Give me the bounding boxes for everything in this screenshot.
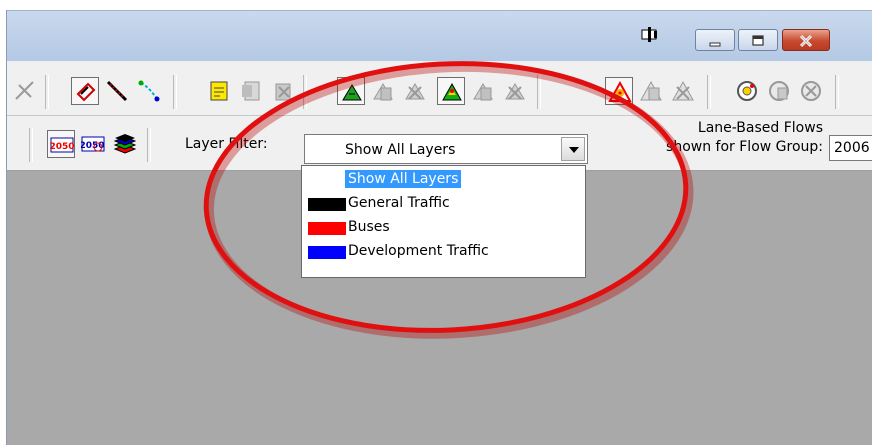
year-2050-text: 2050 <box>50 142 74 152</box>
color-swatch <box>308 222 346 235</box>
junction-delete-disabled-icon[interactable] <box>669 77 697 105</box>
flow-group-field[interactable]: 2006 <box>829 135 872 161</box>
data-sheet-icon[interactable] <box>205 77 233 105</box>
maximize-button[interactable] <box>738 29 778 51</box>
select-link-tool-icon[interactable] <box>71 77 99 105</box>
dropdown-item-label: General Traffic <box>348 195 450 211</box>
mountain-green-icon[interactable] <box>337 77 365 105</box>
mountain-report-2-disabled-icon[interactable] <box>469 77 497 105</box>
year-2050-icon[interactable]: 2050 <box>47 130 75 158</box>
roundabout-report-disabled-icon[interactable] <box>765 77 793 105</box>
dropdown-item-label: Show All Layers <box>345 170 462 188</box>
toolbar-separator <box>147 128 151 162</box>
mountain-delete-2-disabled-icon[interactable] <box>501 77 529 105</box>
minimize-icon <box>709 42 721 47</box>
toolbar-separator <box>707 75 711 109</box>
mountain-report-disabled-icon[interactable] <box>369 77 397 105</box>
chevron-down-icon <box>569 147 579 153</box>
delete-report-disabled-icon[interactable] <box>269 77 297 105</box>
toolbar-separator <box>303 75 307 109</box>
close-button[interactable] <box>782 29 830 51</box>
pin-icon[interactable] <box>639 24 661 46</box>
app-window: 2050 2050 Layer Filter: Show All Layers <box>6 10 872 445</box>
year-2050-compare-icon[interactable]: 2050 <box>79 130 107 158</box>
lane-based-flows-line2: shown for Flow Group: <box>666 139 823 155</box>
dropdown-item-general-traffic[interactable]: General Traffic <box>302 192 585 216</box>
mountain-delete-disabled-icon[interactable] <box>401 77 429 105</box>
report-disabled-icon[interactable] <box>237 77 265 105</box>
dropdown-item-label: Buses <box>348 219 390 235</box>
toolbar-separator <box>173 75 177 109</box>
junction-report-disabled-icon[interactable] <box>637 77 665 105</box>
layer-filter-dropdown: Show All Layers General Traffic Buses De… <box>301 165 586 278</box>
layer-filter-select[interactable]: Show All Layers <box>304 134 588 164</box>
lane-based-flows-label: Lane-Based Flows shown for Flow Group: <box>623 119 823 157</box>
roundabout-delete-disabled-icon[interactable] <box>797 77 825 105</box>
color-swatch <box>308 246 346 259</box>
toolbar-separator <box>45 75 49 109</box>
toolbar-separator <box>29 128 33 162</box>
toolbar-separator <box>835 75 839 109</box>
title-bar <box>7 10 872 61</box>
mountain-color-icon[interactable] <box>437 77 465 105</box>
draw-link-tool-icon[interactable] <box>103 77 131 105</box>
toolbar-separator <box>537 75 541 109</box>
minimize-button[interactable] <box>695 29 735 51</box>
roundabout-icon[interactable] <box>733 77 761 105</box>
lane-based-flows-line1: Lane-Based Flows <box>697 120 823 136</box>
layer-filter-value: Show All Layers <box>345 142 456 158</box>
dropdown-arrow-button[interactable] <box>561 137 585 161</box>
color-swatch <box>308 198 346 211</box>
dropdown-item-label: Development Traffic <box>348 243 489 259</box>
connector-tool-icon[interactable] <box>135 77 163 105</box>
dropdown-item-buses[interactable]: Buses <box>302 216 585 240</box>
dropdown-item-development-traffic[interactable]: Development Traffic <box>302 240 585 264</box>
layer-toolbar: 2050 2050 Layer Filter: Show All Layers <box>7 116 872 171</box>
main-toolbar <box>7 61 872 116</box>
warning-junction-icon[interactable] <box>605 77 633 105</box>
disabled-link-icon[interactable] <box>11 77 39 105</box>
layer-filter-label: Layer Filter: <box>185 136 268 152</box>
dropdown-item-show-all-layers[interactable]: Show All Layers <box>302 168 585 192</box>
layers-icon[interactable] <box>111 130 139 158</box>
maximize-icon <box>752 35 764 46</box>
close-icon <box>799 34 813 48</box>
